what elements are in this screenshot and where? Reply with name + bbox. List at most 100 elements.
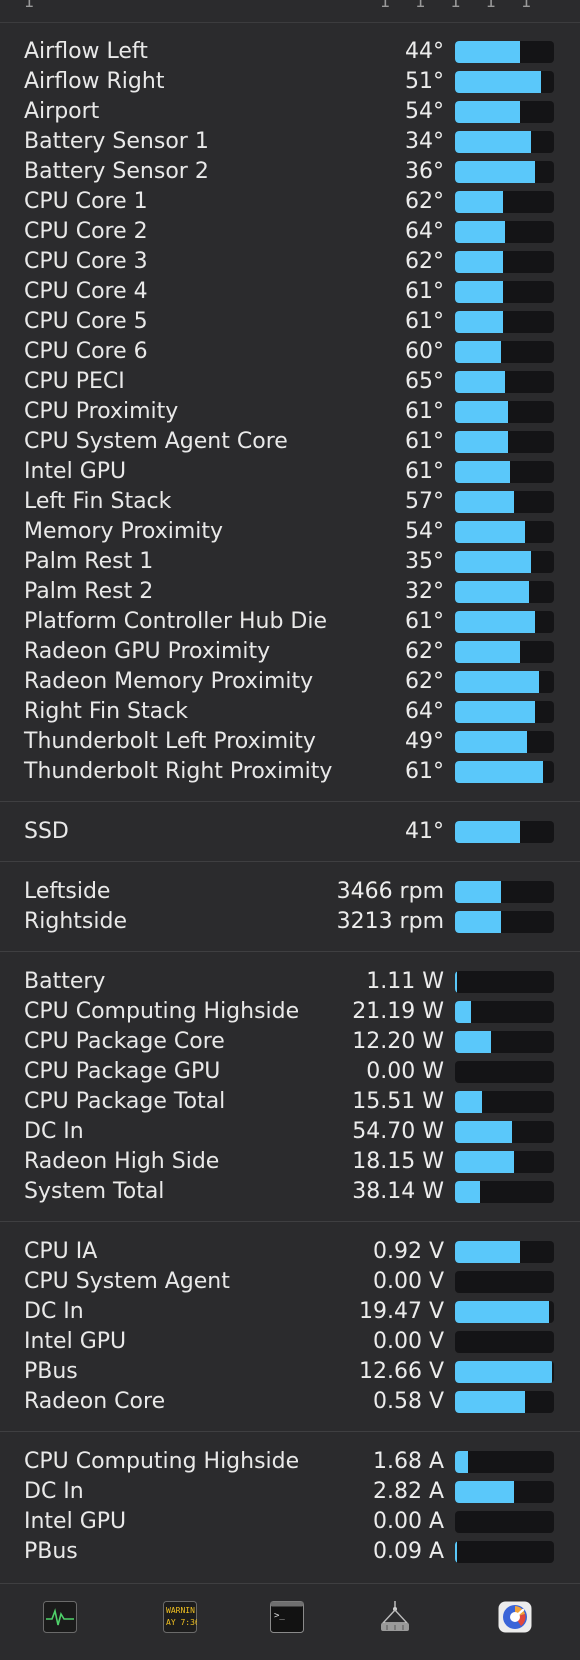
power-row: DC In 54.70 W <box>0 1117 580 1147</box>
temperature-value: 61° <box>405 759 444 784</box>
disk-value: 41° <box>405 819 444 844</box>
power-level-bar <box>455 1001 554 1023</box>
temperature-row: CPU Core 5 61° <box>0 307 580 337</box>
power-value: 54.70 W <box>352 1119 444 1144</box>
terminal-icon[interactable]: >_ <box>270 1601 304 1633</box>
current-label: DC In <box>24 1479 84 1504</box>
temperature-row: Platform Controller Hub Die 61° <box>0 607 580 637</box>
voltage-level-fill <box>455 1241 521 1263</box>
current-level-fill <box>455 1481 515 1503</box>
current-level-bar <box>455 1511 554 1533</box>
temperature-label: CPU Core 2 <box>24 219 148 244</box>
temperature-level-bar <box>455 521 554 543</box>
temperature-row: Right Fin Stack 64° <box>0 697 580 727</box>
temperature-level-bar <box>455 431 554 453</box>
temperature-level-bar <box>455 101 554 123</box>
temperature-level-fill <box>455 611 536 633</box>
fan-label: Rightside <box>24 909 128 934</box>
temperature-label: CPU Core 6 <box>24 339 148 364</box>
temperature-row: CPU Core 3 62° <box>0 247 580 277</box>
disk-temperature-section: SSD 41° <box>0 802 580 862</box>
voltage-level-fill <box>455 1361 553 1383</box>
temperature-row: CPU System Agent Core 61° <box>0 427 580 457</box>
temperature-value: 62° <box>405 639 444 664</box>
temperature-level-bar <box>455 371 554 393</box>
temperature-value: 62° <box>405 669 444 694</box>
power-value: 38.14 W <box>352 1179 444 1204</box>
temperature-level-fill <box>455 281 503 303</box>
voltage-label: DC In <box>24 1299 84 1324</box>
power-level-bar <box>455 971 554 993</box>
temperature-row: CPU Core 4 61° <box>0 277 580 307</box>
temperature-level-bar <box>455 761 554 783</box>
current-section: CPU Computing Highside 1.68 A DC In 2.82 A I… <box>0 1432 580 1584</box>
temperature-value: 51° <box>405 69 444 94</box>
temperature-row: Intel GPU 61° <box>0 457 580 487</box>
temperature-level-fill <box>455 341 501 363</box>
temperature-value: 36° <box>405 159 444 184</box>
power-level-bar <box>455 1091 554 1113</box>
temperature-value: 49° <box>405 729 444 754</box>
temperature-level-fill <box>455 641 521 663</box>
power-row: Battery 1.11 W <box>0 967 580 997</box>
temperature-level-bar <box>455 191 554 213</box>
temperature-level-bar <box>455 131 554 153</box>
power-row: Radeon High Side 18.15 W <box>0 1147 580 1177</box>
temperature-level-fill <box>455 251 503 273</box>
current-label: CPU Computing Highside <box>24 1449 300 1474</box>
power-label: CPU Package Total <box>24 1089 226 1114</box>
fan-level-fill <box>455 911 501 933</box>
temperature-label: CPU System Agent Core <box>24 429 288 454</box>
current-level-bar <box>455 1451 554 1473</box>
temperature-value: 61° <box>405 279 444 304</box>
voltage-value: 0.92 V <box>372 1239 444 1264</box>
temperature-label: Airport <box>24 99 100 124</box>
current-level-bar <box>455 1541 554 1563</box>
voltage-label: Intel GPU <box>24 1329 127 1354</box>
temperature-row: Palm Rest 2 32° <box>0 577 580 607</box>
temperature-row: Airflow Left 44° <box>0 37 580 67</box>
temperature-label: Radeon Memory Proximity <box>24 669 314 694</box>
temperature-value: 62° <box>405 189 444 214</box>
console-icon[interactable]: WARNIN AY 7:36 <box>163 1601 200 1633</box>
temperature-level-bar <box>455 581 554 603</box>
temperature-value: 57° <box>405 489 444 514</box>
current-value: 2.82 A <box>372 1479 444 1504</box>
power-value: 0.00 W <box>366 1059 444 1084</box>
temperature-level-fill <box>455 221 505 243</box>
power-level-bar <box>455 1121 554 1143</box>
power-label: System Total <box>24 1179 165 1204</box>
temperature-row: Palm Rest 1 35° <box>0 547 580 577</box>
temperature-value: 44° <box>405 39 444 64</box>
temperature-label: CPU Core 3 <box>24 249 148 274</box>
temperature-label: Memory Proximity <box>24 519 224 544</box>
power-section: Battery 1.11 W CPU Computing Highside 21.19… <box>0 952 580 1222</box>
power-row: CPU Computing Highside 21.19 W <box>0 997 580 1027</box>
temperature-label: Left Fin Stack <box>24 489 172 514</box>
temperature-level-fill <box>455 551 532 573</box>
power-label: CPU Package Core <box>24 1029 225 1054</box>
voltage-level-bar <box>455 1361 554 1383</box>
temperature-label: Radeon GPU Proximity <box>24 639 271 664</box>
activity-monitor-icon[interactable] <box>43 1601 77 1633</box>
fan-level-bar <box>455 911 554 933</box>
current-label: Intel GPU <box>24 1509 127 1534</box>
current-label: PBus <box>24 1539 78 1564</box>
temperature-level-bar <box>455 551 554 573</box>
istat-menus-icon[interactable] <box>498 1601 532 1633</box>
power-level-fill <box>455 1151 515 1173</box>
fan-section: Leftside 3466 rpm Rightside 3213 rpm <box>0 862 580 952</box>
temperature-level-fill <box>455 581 530 603</box>
voltage-value: 0.00 V <box>372 1329 444 1354</box>
power-value: 21.19 W <box>352 999 444 1024</box>
temperature-label: CPU PECI <box>24 369 125 394</box>
temperature-level-fill <box>455 461 511 483</box>
power-level-fill <box>455 1001 471 1023</box>
voltage-level-bar <box>455 1301 554 1323</box>
temperature-level-fill <box>455 671 540 693</box>
voltage-label: CPU System Agent <box>24 1269 230 1294</box>
temperature-level-fill <box>455 431 509 453</box>
voltage-row: Intel GPU 0.00 V <box>0 1327 580 1357</box>
temperature-value: 54° <box>405 519 444 544</box>
system-information-icon[interactable] <box>378 1601 412 1633</box>
